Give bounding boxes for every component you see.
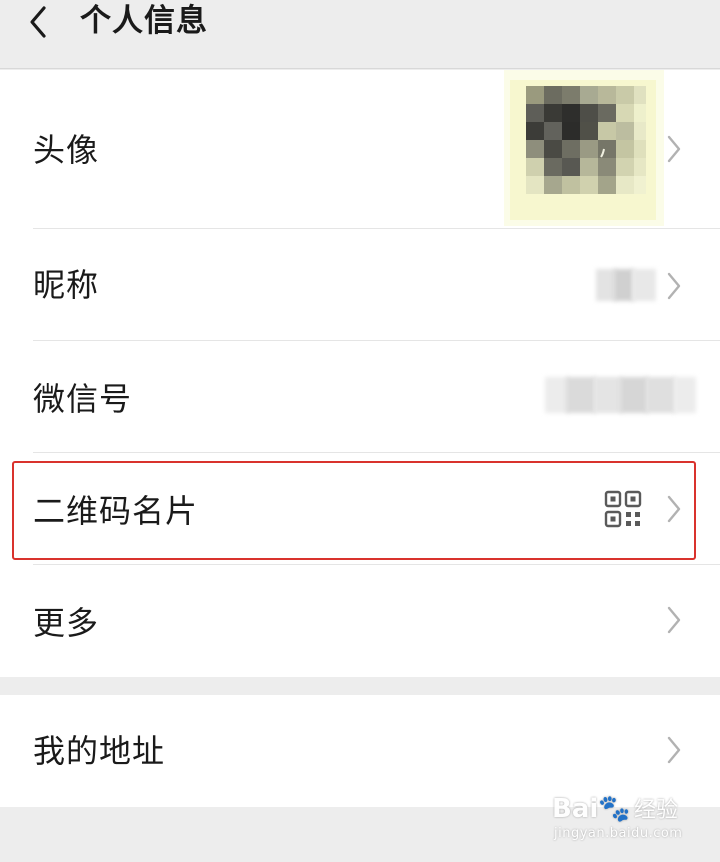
chevron-right-icon	[667, 606, 681, 634]
wechat-id-label: 微信号	[33, 380, 133, 418]
chevron-right-icon	[667, 135, 681, 163]
watermark-brand: Bai🐾	[552, 794, 631, 824]
watermark: Bai🐾 经验 jingyan.baidu.com	[552, 794, 712, 850]
qr-code-card-row[interactable]: 二维码名片	[0, 453, 720, 564]
nickname-row[interactable]: 昵称	[0, 229, 720, 340]
chevron-right-icon	[667, 495, 681, 523]
chevron-left-icon[interactable]	[24, 4, 54, 40]
page-title: 个人信息	[80, 3, 208, 39]
top-bar: 个人信息	[0, 0, 720, 69]
address-list: 我的地址	[0, 695, 720, 807]
watermark-sub: 经验	[634, 798, 679, 823]
watermark-url: jingyan.baidu.com	[554, 826, 683, 841]
nickname-label: 昵称	[33, 266, 100, 304]
my-address-row[interactable]: 我的地址	[0, 695, 720, 807]
qr-code-card-label: 二维码名片	[33, 492, 199, 530]
my-address-label: 我的地址	[33, 732, 166, 770]
more-label: 更多	[33, 604, 100, 642]
more-row[interactable]: 更多	[0, 565, 720, 677]
avatar-label: 头像	[33, 131, 100, 169]
wechat-id-row[interactable]: 微信号	[0, 341, 720, 452]
chevron-right-icon	[667, 736, 681, 764]
chevron-right-icon	[667, 272, 681, 300]
profile-list: 头像 昵称 微信号 二维码名片 更多	[0, 70, 720, 677]
avatar	[504, 70, 664, 226]
qr-code-icon	[604, 490, 642, 528]
avatar-row[interactable]: 头像	[0, 70, 720, 228]
